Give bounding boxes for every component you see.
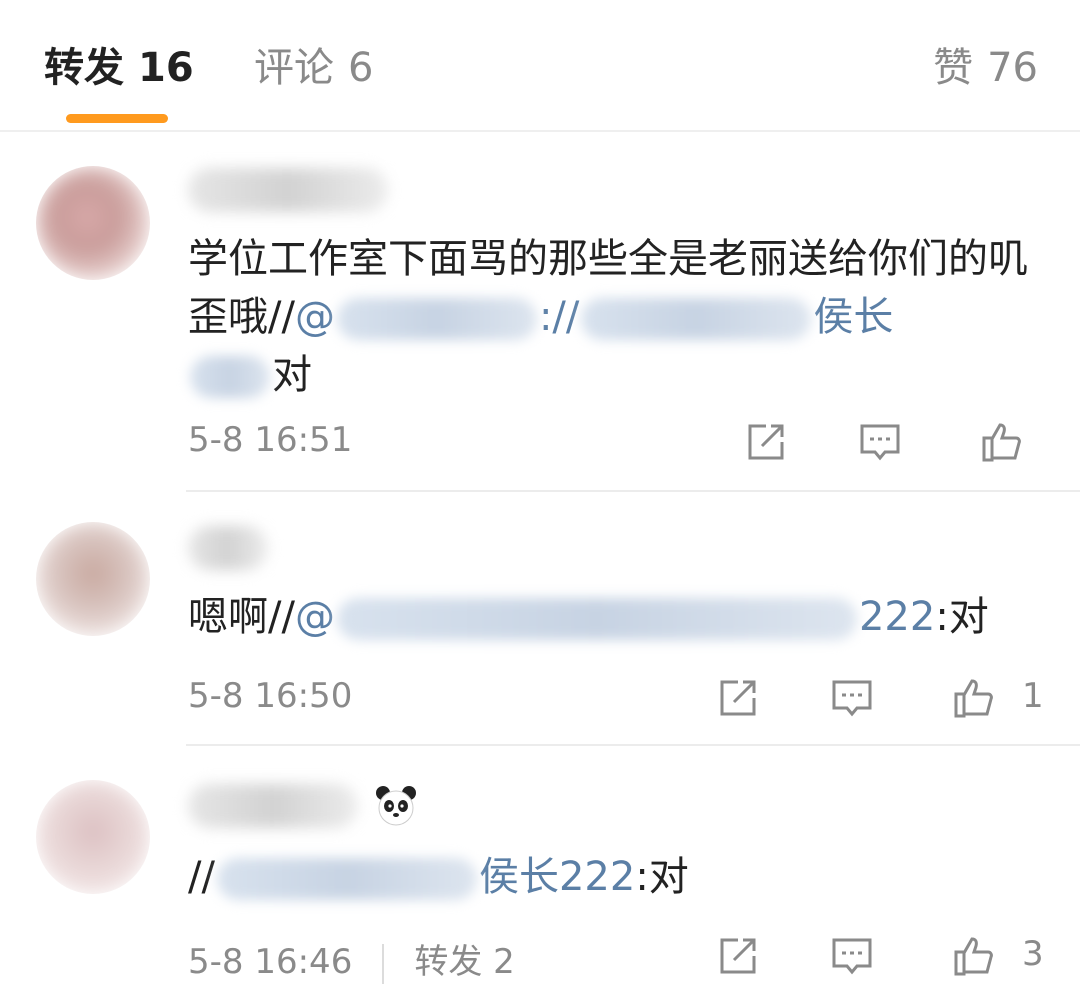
mention-link[interactable]: 侯长222 bbox=[215, 854, 635, 900]
comment-icon[interactable] bbox=[830, 676, 874, 720]
username[interactable] bbox=[188, 168, 388, 212]
masked-username bbox=[581, 298, 812, 340]
like-icon[interactable] bbox=[952, 934, 996, 978]
comment-icon[interactable] bbox=[830, 934, 874, 978]
tab-reposts-label: 转发 bbox=[44, 45, 124, 91]
active-tab-indicator bbox=[66, 114, 168, 123]
like-count: 1 bbox=[1022, 676, 1044, 716]
mention-link[interactable]: @222 bbox=[295, 594, 935, 640]
tab-comments-count: 6 bbox=[348, 45, 374, 91]
repost-content: 学位工作室下面骂的那些全是老丽送给你们的叽歪哦//@://侯长对 bbox=[188, 230, 1048, 404]
masked-username bbox=[190, 356, 270, 398]
tab-comments-label: 评论 bbox=[254, 45, 334, 91]
content-end: :对 bbox=[935, 594, 989, 640]
tab-likes-label: 赞 bbox=[933, 45, 974, 91]
repost-tab-bar: 转发 16 评论 6 赞 76 bbox=[0, 0, 1080, 130]
tab-reposts-count: 16 bbox=[138, 45, 194, 91]
tab-likes[interactable]: 赞 76 bbox=[933, 40, 1038, 96]
avatar[interactable] bbox=[36, 780, 150, 894]
mention-tail: 222 bbox=[858, 594, 936, 640]
tab-likes-count: 76 bbox=[987, 45, 1038, 91]
username[interactable] bbox=[188, 784, 358, 828]
content-end: :对 bbox=[635, 854, 689, 900]
repost-content: // 侯长222:对 bbox=[188, 848, 1048, 906]
mention-at: @ bbox=[294, 594, 335, 640]
repost-item: 学位工作室下面骂的那些全是老丽送给你们的叽歪哦//@://侯长对 5-8 16:… bbox=[0, 132, 1080, 492]
content-end: 对 bbox=[272, 352, 312, 398]
meta-separator bbox=[382, 943, 385, 984]
repost-item: 嗯啊//@ 222:对 5-8 16:50 1 bbox=[0, 492, 1080, 746]
like-count: 3 bbox=[1022, 934, 1044, 974]
avatar[interactable] bbox=[36, 522, 150, 636]
like-icon[interactable] bbox=[952, 676, 996, 720]
timestamp: 5-8 16:50 bbox=[188, 676, 353, 716]
masked-username bbox=[336, 298, 537, 340]
repost-meta: 5-8 16:46 转发 2 bbox=[188, 934, 515, 984]
timestamp: 5-8 16:51 bbox=[188, 420, 353, 460]
nested-repost-count[interactable]: 转发 2 bbox=[414, 942, 514, 982]
content-text: // bbox=[188, 854, 215, 900]
like-icon[interactable] bbox=[980, 420, 1024, 464]
share-icon[interactable] bbox=[744, 420, 788, 464]
username[interactable] bbox=[188, 526, 268, 570]
repost-item: // 侯长222:对 5-8 16:46 转发 2 3 bbox=[0, 746, 1080, 999]
comment-icon[interactable] bbox=[858, 420, 902, 464]
repost-content: 嗯啊//@ 222:对 bbox=[188, 588, 1048, 646]
mention-sep: :// bbox=[538, 294, 580, 340]
tab-reposts[interactable]: 转发 16 bbox=[44, 40, 194, 96]
mention-tail: 侯长222 bbox=[478, 854, 636, 900]
content-text: 嗯啊// bbox=[188, 594, 295, 640]
share-icon[interactable] bbox=[716, 676, 760, 720]
share-icon[interactable] bbox=[716, 934, 760, 978]
masked-username bbox=[336, 598, 857, 640]
timestamp: 5-8 16:46 bbox=[188, 942, 353, 982]
mention-tail: 侯长 bbox=[813, 294, 894, 340]
masked-username bbox=[216, 858, 477, 900]
panda-icon bbox=[374, 784, 418, 828]
mention-link[interactable]: @ :// 侯长 bbox=[295, 294, 893, 340]
tab-comments[interactable]: 评论 6 bbox=[254, 40, 373, 96]
mention-at: @ bbox=[294, 294, 335, 340]
avatar[interactable] bbox=[36, 166, 150, 280]
